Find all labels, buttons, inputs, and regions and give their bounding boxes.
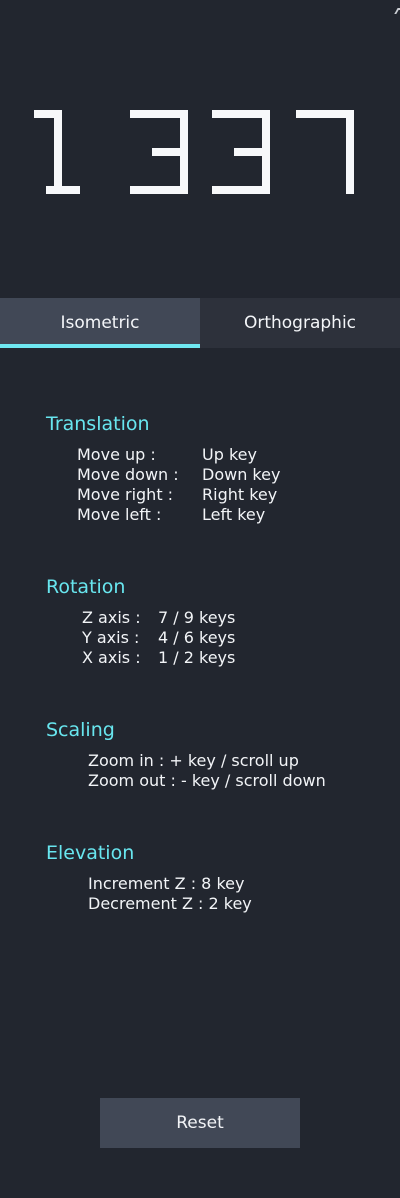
tab-isometric[interactable]: Isometric [0,298,200,348]
rotation-key-y-axis: 4 / 6 keys [158,628,236,647]
rotation-row-y-axis: Y axis : 4 / 6 keys [82,628,366,648]
rotation-action-y-axis: Y axis : [82,628,140,647]
translation-key-move-right: Right key [202,485,278,504]
translation-key-move-up: Up key [202,445,257,464]
elevation-increment: Increment Z : 8 key [88,874,245,893]
translation-key-move-left: Left key [202,505,266,524]
rotation-action-x-axis: X axis : [82,648,141,667]
corner-mark-icon [394,8,400,14]
translation-row-move-down: Move down : Down key [77,465,366,485]
rotation-row-z-axis: Z axis : 7 / 9 keys [82,608,366,628]
elevation-title: Elevation [46,842,135,864]
scaling-zoom-in: Zoom in : + key / scroll up [88,751,299,770]
rotation-key-z-axis: 7 / 9 keys [158,608,236,627]
view-tabs: Isometric Orthographic [0,298,400,348]
scaling-title: Scaling [46,719,115,741]
scaling-zoom-out: Zoom out : - key / scroll down [88,771,326,790]
logo-area [0,0,400,298]
rotation-title: Rotation [46,576,126,598]
logo-1337 [34,110,354,194]
translation-action-move-up: Move up : [77,445,156,464]
translation-action-move-left: Move left : [77,505,162,524]
translation-action-move-right: Move right : [77,485,174,504]
tab-orthographic-label: Orthographic [243,313,357,333]
translation-action-move-down: Move down : [77,465,179,484]
translation-section: Translation Move up : Up key Move down :… [46,413,366,525]
translation-title: Translation [46,413,150,435]
reset-button[interactable]: Reset [100,1098,300,1148]
translation-row-move-right: Move right : Right key [77,485,366,505]
rotation-action-z-axis: Z axis : [82,608,141,627]
elevation-section: Elevation Increment Z : 8 key Decrement … [46,842,366,914]
rotation-row-x-axis: X axis : 1 / 2 keys [82,648,366,668]
reset-button-label: Reset [176,1113,224,1133]
translation-row-move-up: Move up : Up key [77,445,366,465]
tab-isometric-label: Isometric [60,313,140,333]
elevation-decrement: Decrement Z : 2 key [88,894,252,913]
rotation-key-x-axis: 1 / 2 keys [158,648,236,667]
rotation-section: Rotation Z axis : 7 / 9 keys Y axis : 4 … [46,576,366,668]
tab-orthographic[interactable]: Orthographic [200,298,400,348]
translation-key-move-down: Down key [202,465,281,484]
scaling-section: Scaling Zoom in : + key / scroll up Zoom… [46,719,366,791]
translation-row-move-left: Move left : Left key [77,505,366,525]
